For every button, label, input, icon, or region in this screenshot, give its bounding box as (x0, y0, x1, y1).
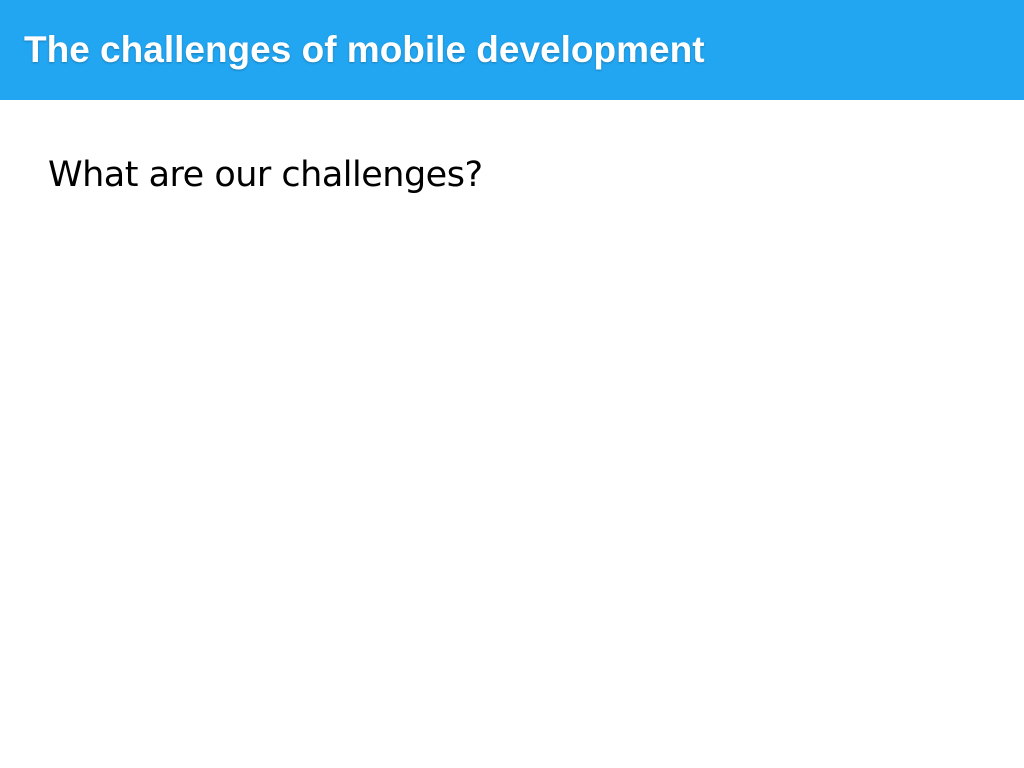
slide-title: The challenges of mobile development (24, 29, 705, 70)
slide-body-text: What are our challenges? (48, 155, 483, 195)
title-bar: The challenges of mobile development (0, 0, 1024, 100)
slide: The challenges of mobile development Wha… (0, 0, 1024, 768)
